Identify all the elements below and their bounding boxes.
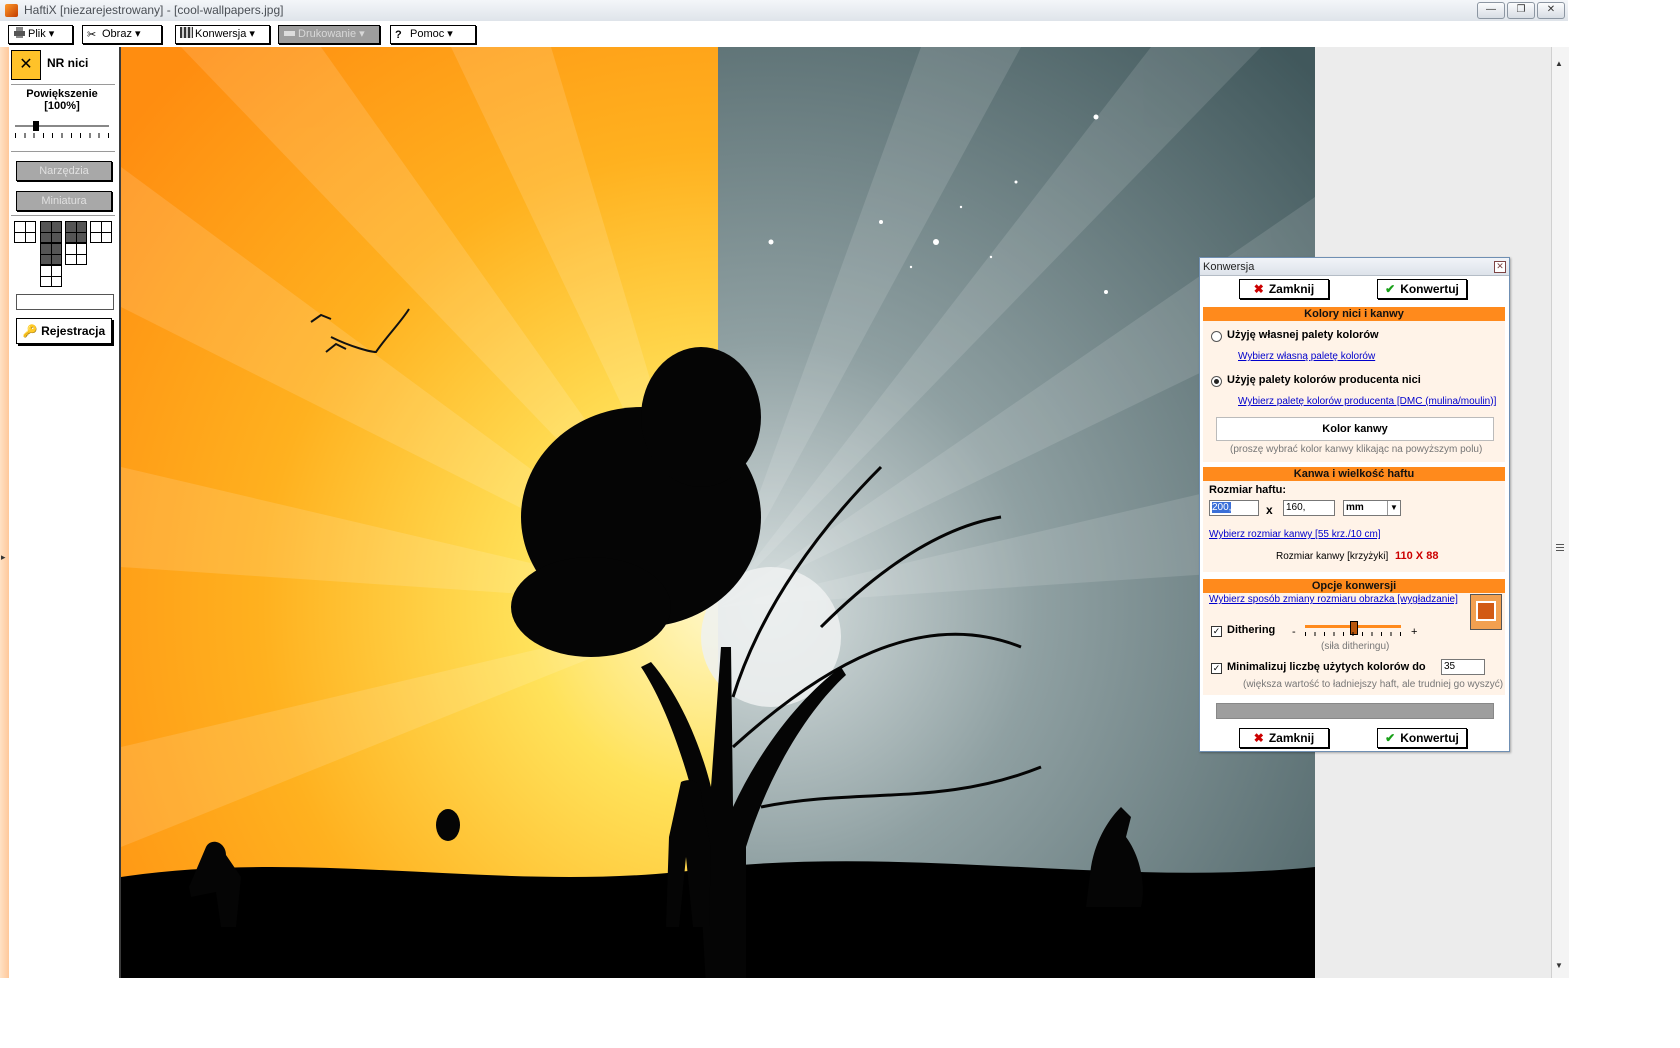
thumbnail-button[interactable]: Miniatura: [16, 191, 112, 211]
help-icon: ?: [395, 29, 402, 41]
title-bar: HaftiX [niezarejestrowany] - [cool-wallp…: [0, 0, 1568, 22]
producer-palette-label: Użyję palety kolorów producenta nici: [1227, 374, 1421, 386]
cross-view-icon[interactable]: [65, 243, 87, 265]
registration-input[interactable]: [16, 294, 114, 310]
zoom-label: Powiększenie [100%]: [9, 88, 115, 112]
canvas-color-hint: (proszę wybrać kolor kanwy klikając na p…: [1230, 444, 1483, 455]
app-icon: [5, 4, 18, 17]
menu-obraz[interactable]: ✂ Obraz ▾: [82, 25, 162, 44]
minimize-colors-checkbox[interactable]: ✓: [1211, 663, 1222, 674]
colors-section-header: Kolory nici i kanwy: [1203, 307, 1505, 321]
close-x-icon: ✖: [1253, 731, 1264, 745]
printer-icon: [13, 27, 26, 38]
tool-panel: ✕ NR nici Powiększenie [100%] Narzędzia …: [9, 47, 121, 978]
pattern-view-icon[interactable]: [40, 243, 62, 265]
height-input[interactable]: 160,: [1283, 500, 1335, 516]
canvas-size-label: Rozmiar kanwy [krzyżyki]: [1276, 551, 1389, 562]
image-canvas[interactable]: [121, 47, 1315, 978]
convert-button-bottom[interactable]: ✔ Konwertuj: [1377, 728, 1467, 748]
printer-icon: [283, 27, 296, 38]
menu-pomoc[interactable]: ? Pomoc ▾: [390, 25, 476, 44]
menu-toolbar: Plik ▾ ✂ Obraz ▾ Konwersja ▾ Drukowanie ▾…: [0, 21, 1568, 47]
own-palette-label: Użyję własnej palety kolorów: [1227, 329, 1379, 341]
own-palette-radio[interactable]: [1211, 331, 1222, 342]
dropdown-arrow-icon[interactable]: ▼: [1387, 501, 1400, 515]
register-button[interactable]: 🔑 Rejestracja: [16, 318, 112, 344]
canvas-section: Kanwa i wielkość haftu Rozmiar haftu: 20…: [1203, 467, 1505, 572]
canvas-size-value: 110 X 88: [1395, 550, 1439, 562]
zoom-slider-thumb[interactable]: [33, 121, 39, 131]
colors-section: Kolory nici i kanwy Użyję własnej palety…: [1203, 307, 1505, 462]
zoom-slider-ticks: [15, 133, 109, 138]
dithering-slider[interactable]: [1305, 621, 1401, 637]
expand-arrow-icon: ▸: [1, 552, 6, 562]
minimize-colors-label: Minimalizuj liczbę użytych kolorów do: [1227, 661, 1426, 673]
dithering-hint: (siła ditheringu): [1321, 641, 1390, 652]
dithering-minus: -: [1292, 626, 1296, 638]
grid-icon: [180, 27, 193, 38]
close-x-icon: ✖: [1253, 282, 1264, 296]
dithering-plus: +: [1411, 626, 1418, 638]
close-button-bottom[interactable]: ✖ Zamknij: [1239, 728, 1329, 748]
divider: [11, 215, 115, 216]
color-view-icon[interactable]: [40, 221, 62, 243]
canvas-size-link[interactable]: Wybierz rozmiar kanwy [55 krz./10 cm]: [1209, 529, 1381, 540]
producer-palette-radio[interactable]: [1211, 376, 1222, 387]
own-palette-link[interactable]: Wybierz własną paletę kolorów: [1238, 351, 1375, 362]
times-sign: x: [1266, 503, 1273, 517]
tools-button[interactable]: Narzędzia: [16, 161, 112, 181]
full-grid-view-icon[interactable]: [40, 265, 62, 287]
width-input[interactable]: 200,: [1209, 500, 1259, 516]
dialog-close-icon[interactable]: ✕: [1494, 261, 1506, 273]
menu-drukowanie[interactable]: Drukowanie ▾: [278, 25, 380, 44]
close-button-top[interactable]: ✖ Zamknij: [1239, 279, 1329, 299]
canvas-color-field[interactable]: Kolor kanwy: [1216, 417, 1494, 441]
checkmark-icon: ✔: [1385, 282, 1396, 296]
scrollbar-grip[interactable]: [1556, 544, 1564, 552]
progress-bar: [1216, 703, 1494, 719]
canvas-section-header: Kanwa i wielkość haftu: [1203, 467, 1505, 481]
minimize-button[interactable]: —: [1477, 2, 1505, 19]
close-window-button[interactable]: ✕: [1537, 2, 1565, 19]
symbol-view-icon[interactable]: [65, 221, 87, 243]
scroll-down-icon[interactable]: ▼: [1555, 961, 1563, 970]
wallpaper-image: [121, 47, 1315, 978]
treasure-chest-icon[interactable]: [1470, 594, 1502, 630]
color-count-input[interactable]: 35: [1441, 659, 1485, 675]
key-icon: 🔑: [22, 324, 38, 338]
single-view-icon[interactable]: [14, 221, 36, 243]
unit-select[interactable]: mm ▼: [1343, 500, 1401, 516]
zoom-slider-track: [15, 125, 109, 128]
divider: [11, 84, 115, 85]
resize-method-link[interactable]: Wybierz sposób zmiany rozmiaru obrazka […: [1209, 594, 1458, 605]
embroidery-size-label: Rozmiar haftu:: [1209, 484, 1286, 496]
scroll-up-icon[interactable]: ▲: [1555, 59, 1563, 68]
restore-button[interactable]: ❐: [1507, 2, 1535, 19]
dithering-slider-ticks: [1305, 632, 1401, 636]
conversion-dialog: Konwersja ✕ ✖ Zamknij ✔ Konwertuj Kolory n…: [1199, 257, 1510, 752]
vertical-scrollbar[interactable]: ▲ ▼: [1551, 47, 1569, 978]
thread-color-box[interactable]: ✕: [11, 50, 41, 80]
convert-button-top[interactable]: ✔ Konwertuj: [1377, 279, 1467, 299]
dithering-label: Dithering: [1227, 624, 1276, 636]
dithering-checkbox[interactable]: ✓: [1211, 626, 1222, 637]
window-title: HaftiX [niezarejestrowany] - [cool-wallp…: [24, 3, 284, 17]
menu-plik[interactable]: Plik ▾: [8, 25, 73, 44]
options-section: Opcje konwersji Wybierz sposób zmiany ro…: [1203, 579, 1505, 695]
thread-number-label: NR nici: [47, 56, 89, 70]
zoom-value: [100%]: [44, 100, 80, 112]
dialog-title-bar: Konwersja ✕: [1200, 258, 1509, 276]
dialog-title: Konwersja: [1203, 261, 1255, 273]
scissors-icon: ✂: [87, 29, 97, 41]
minimize-colors-hint: (większa wartość to ładniejszy haft, ale…: [1243, 679, 1504, 690]
menu-konwersja[interactable]: Konwersja ▾: [175, 25, 270, 44]
options-section-header: Opcje konwersji: [1203, 579, 1505, 593]
grid-view-icon[interactable]: [90, 221, 112, 243]
checkmark-icon: ✔: [1385, 731, 1396, 745]
zoom-slider[interactable]: [15, 121, 109, 139]
divider: [11, 151, 115, 152]
producer-palette-link[interactable]: Wybierz paletę kolorów producenta [DMC (…: [1238, 396, 1496, 407]
